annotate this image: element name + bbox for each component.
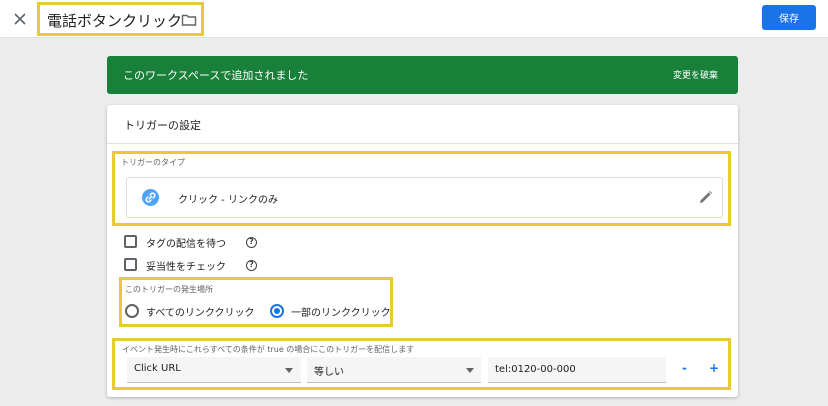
wait-for-tags-label: タグの配信を待つ: [146, 239, 226, 250]
radio-some-label[interactable]: 一部のリンククリック: [291, 304, 391, 319]
help-icon[interactable]: ?: [246, 237, 257, 248]
close-icon[interactable]: [10, 9, 30, 29]
check-validation-label: 妥当性をチェック: [146, 262, 226, 273]
discard-changes-link[interactable]: 変更を破棄: [673, 68, 718, 81]
edit-pencil-icon[interactable]: [698, 190, 713, 205]
fires-on-section: このトリガーの発生場所 すべてのリンククリック 一部のリンククリック: [119, 277, 393, 327]
wait-for-tags-checkbox[interactable]: [124, 235, 137, 248]
trigger-type-label: トリガーのタイプ: [121, 158, 185, 167]
card-divider: [107, 143, 738, 144]
trigger-type-section: トリガーのタイプ クリック - リンクのみ: [112, 151, 731, 226]
help-icon[interactable]: ?: [246, 260, 257, 271]
radio-all-link-clicks[interactable]: [125, 304, 139, 318]
top-bar: 電話ボタンクリック 保存: [0, 0, 828, 38]
save-button[interactable]: 保存: [762, 5, 816, 30]
trigger-name-title[interactable]: 電話ボタンクリック: [47, 10, 182, 31]
trigger-config-card: トリガーの設定 トリガーのタイプ クリック - リンクのみ タグの配信を待つ ?…: [107, 105, 738, 397]
radio-all-label[interactable]: すべてのリンククリック: [146, 304, 255, 319]
card-title: トリガーの設定: [124, 119, 201, 132]
folder-icon[interactable]: [181, 12, 197, 28]
variable-select-value: Click URL: [134, 363, 181, 374]
operator-select[interactable]: 等しい: [307, 357, 481, 383]
trigger-type-selector[interactable]: クリック - リンクのみ: [126, 177, 723, 218]
link-icon: [142, 189, 159, 206]
trigger-type-name: クリック - リンクのみ: [178, 195, 278, 206]
check-validation-checkbox[interactable]: [124, 258, 137, 271]
dropdown-arrow-icon: [466, 368, 474, 373]
condition-value-input[interactable]: [488, 357, 666, 383]
check-validation-checkbox-row[interactable]: 妥当性をチェック ?: [124, 258, 264, 274]
workspace-banner: このワークスペースで追加されました 変更を破棄: [107, 56, 738, 94]
trigger-name-highlight: 電話ボタンクリック: [37, 2, 204, 36]
variable-select[interactable]: Click URL: [127, 357, 301, 383]
wait-for-tags-checkbox-row[interactable]: タグの配信を待つ ?: [124, 235, 264, 251]
condition-label: イベント発生時にこれらすべての条件が true の場合にこのトリガーを配信します: [122, 345, 415, 354]
dropdown-arrow-icon: [285, 368, 293, 373]
operator-select-value: 等しい: [314, 367, 344, 378]
add-condition-button[interactable]: +: [709, 361, 719, 375]
condition-section: イベント発生時にこれらすべての条件が true の場合にこのトリガーを配信します…: [112, 338, 731, 390]
radio-some-link-clicks[interactable]: [270, 304, 284, 318]
remove-condition-button[interactable]: -: [682, 361, 687, 375]
fires-on-label: このトリガーの発生場所: [125, 285, 213, 294]
banner-message: このワークスペースで追加されました: [123, 69, 309, 82]
